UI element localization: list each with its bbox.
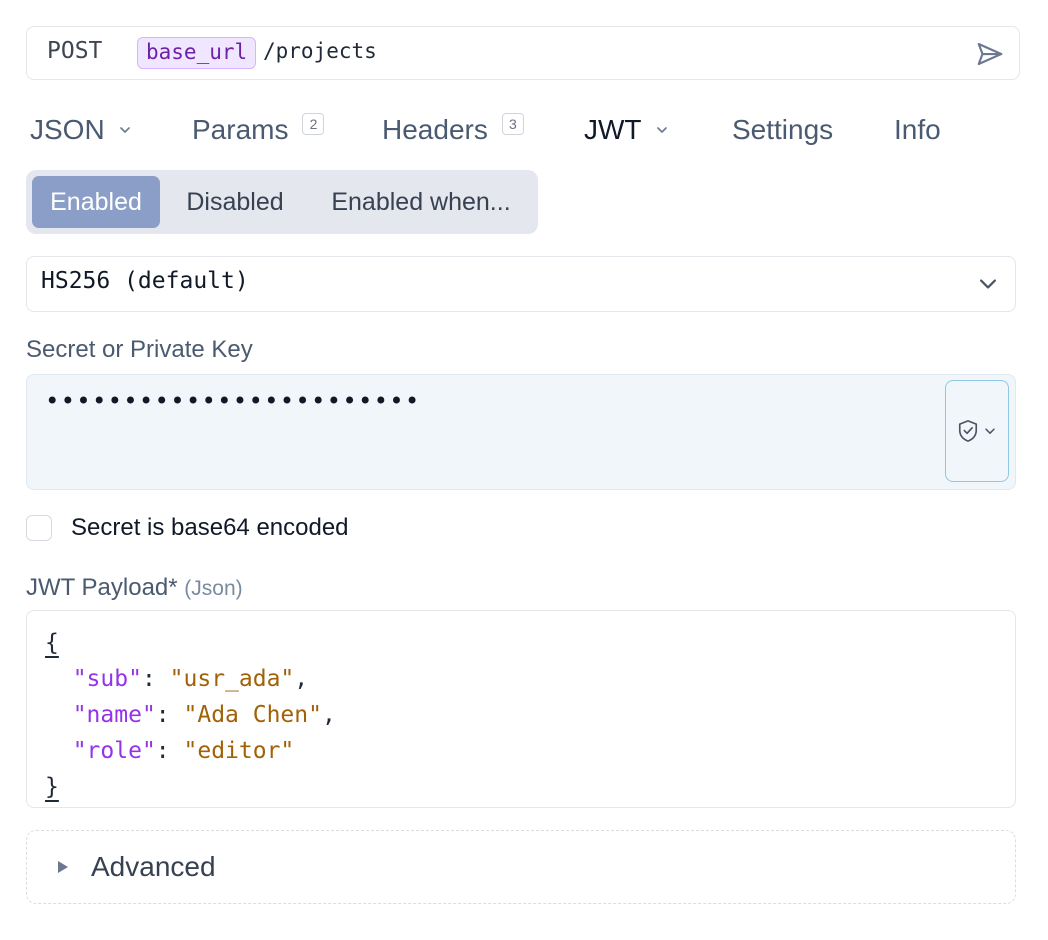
json-string-value: "Ada Chen" xyxy=(183,702,322,728)
tab-headers[interactable]: Headers 3 xyxy=(382,110,524,150)
json-comma: , xyxy=(294,666,309,692)
advanced-label: Advanced xyxy=(91,851,216,882)
tab-jwt-label: JWT xyxy=(584,114,642,145)
payload-label-text: JWT Payload* xyxy=(26,574,178,601)
json-key: "role" xyxy=(72,738,156,764)
tab-headers-label: Headers xyxy=(382,114,488,145)
secret-options-button[interactable] xyxy=(945,380,1009,482)
open-brace: { xyxy=(45,630,59,656)
headers-count-badge: 3 xyxy=(501,113,524,135)
segment-enabled-when[interactable]: Enabled when... xyxy=(310,176,532,228)
shield-check-icon xyxy=(958,420,978,442)
secret-input[interactable]: •••••••••••••••••••••••• xyxy=(26,374,1016,490)
payload-label: JWT Payload* (Json) xyxy=(26,574,243,602)
json-string-value: "usr_ada" xyxy=(169,666,295,692)
url-variable-chip[interactable]: base_url xyxy=(137,37,257,69)
tab-params-label: Params xyxy=(192,114,289,145)
triangle-right-icon xyxy=(58,861,68,873)
chevron-down-icon xyxy=(980,279,996,289)
secret-masked-value: •••••••••••••••••••••••• xyxy=(45,387,421,415)
algorithm-value: HS256 (default) xyxy=(41,268,249,294)
auth-mode-segmented-control: Enabled Disabled Enabled when... xyxy=(26,170,538,234)
base64-checkbox-row: Secret is base64 encoded xyxy=(26,512,349,544)
algorithm-select[interactable]: HS256 (default) xyxy=(26,256,1016,312)
tab-info-label: Info xyxy=(894,114,941,145)
payload-format-hint: (Json) xyxy=(184,577,243,600)
close-brace: } xyxy=(45,774,59,800)
tab-json-label: JSON xyxy=(30,114,105,145)
chevron-down-icon xyxy=(119,127,130,133)
base64-checkbox[interactable] xyxy=(26,515,52,541)
json-key: "name" xyxy=(72,702,156,728)
chevron-down-icon xyxy=(985,428,995,434)
json-string-value: "editor" xyxy=(183,738,295,764)
json-comma: , xyxy=(321,702,336,728)
json-key: "sub" xyxy=(72,666,142,692)
chevron-down-icon xyxy=(656,127,667,133)
payload-editor[interactable]: { "sub": "usr_ada", "name": "Ada Chen", … xyxy=(26,610,1016,808)
tab-info[interactable]: Info xyxy=(894,110,941,150)
url-bar[interactable]: POST base_url /projects xyxy=(26,26,1020,80)
advanced-section-toggle[interactable]: Advanced xyxy=(26,830,1016,904)
tab-json[interactable]: JSON xyxy=(30,110,133,150)
segment-disabled[interactable]: Disabled xyxy=(168,176,302,228)
secret-label: Secret or Private Key xyxy=(26,336,253,363)
http-method[interactable]: POST xyxy=(47,38,102,64)
tab-jwt[interactable]: JWT xyxy=(584,110,670,150)
paper-plane-icon[interactable] xyxy=(975,39,1005,69)
tab-params[interactable]: Params 2 xyxy=(192,110,325,150)
tab-settings-label: Settings xyxy=(732,114,834,145)
segment-enabled[interactable]: Enabled xyxy=(32,176,160,228)
tab-settings[interactable]: Settings xyxy=(732,110,833,150)
url-path[interactable]: /projects xyxy=(263,39,377,63)
payload-code: { "sub": "usr_ada", "name": "Ada Chen", … xyxy=(45,630,336,800)
params-count-badge: 2 xyxy=(302,113,325,135)
base64-checkbox-label[interactable]: Secret is base64 encoded xyxy=(71,514,349,542)
